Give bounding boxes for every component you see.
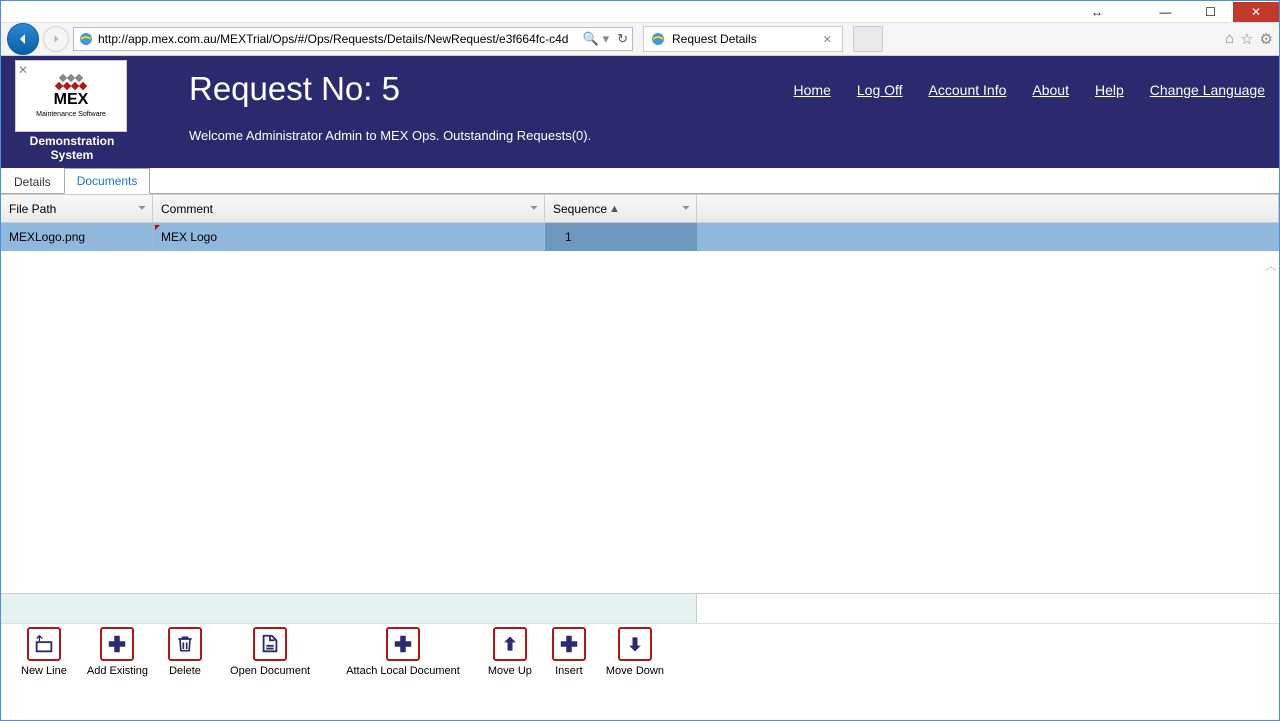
resize-icon: ↔	[1091, 5, 1103, 19]
logo-subtitle: Maintenance Software	[36, 111, 106, 118]
cell-file[interactable]: MEXLogo.png	[1, 223, 153, 251]
nav-help[interactable]: Help	[1095, 82, 1124, 98]
browser-toolbar: 🔍 ▾ ↻ Request Details ✕ ⌂ ☆ ⚙	[1, 23, 1279, 56]
table-row[interactable]: MEXLogo.png MEX Logo 1	[1, 223, 1279, 251]
col-header-sequence[interactable]: Sequence▲ ⏷	[545, 195, 697, 222]
nav-back-button[interactable]	[7, 23, 39, 55]
new-line-icon	[27, 627, 61, 661]
new-tab-button[interactable]	[853, 26, 883, 52]
filter-icon[interactable]: ⏷	[682, 203, 690, 214]
browser-tools: ⌂ ☆ ⚙	[1225, 30, 1273, 48]
cell-sequence[interactable]: 1	[545, 223, 697, 251]
tools-icon[interactable]: ⚙	[1260, 30, 1273, 48]
insert-label: Insert	[555, 665, 583, 677]
window-titlebar: ↔ — ☐ ✕	[1, 1, 1279, 23]
open-icon	[253, 627, 287, 661]
attach-icon	[386, 627, 420, 661]
arrow-down-icon	[618, 627, 652, 661]
move-up-button[interactable]: Move Up	[488, 627, 532, 677]
logo-name: MEX	[54, 91, 89, 109]
filter-icon[interactable]: ⏷	[530, 203, 538, 214]
arrow-up-icon	[493, 627, 527, 661]
refresh-icon[interactable]: ↻	[617, 31, 628, 47]
plus-icon	[552, 627, 586, 661]
move-up-label: Move Up	[488, 665, 532, 677]
trash-icon	[168, 627, 202, 661]
delete-button[interactable]: Delete	[168, 627, 202, 677]
action-toolbar: New Line Add Existing Delete Open Docume…	[1, 623, 1279, 683]
header-nav: Home Log Off Account Info About Help Cha…	[794, 82, 1265, 98]
tab-documents[interactable]: Documents	[64, 168, 151, 194]
sort-asc-icon: ▲	[609, 203, 620, 215]
nav-forward-button[interactable]	[43, 26, 69, 52]
new-line-button[interactable]: New Line	[21, 627, 67, 677]
cell-comment[interactable]: MEX Logo	[153, 223, 545, 251]
col-header-comment-label: Comment	[161, 202, 213, 216]
move-down-label: Move Down	[606, 665, 664, 677]
system-label: Demonstration System	[15, 134, 129, 162]
scroll-up-icon[interactable]: ︿	[1265, 257, 1277, 274]
filter-icon[interactable]: ⏷	[138, 203, 146, 214]
scrollbar[interactable]: ︿﹀	[1265, 251, 1277, 593]
search-icon[interactable]: 🔍 ▾	[583, 31, 609, 47]
col-header-file[interactable]: File Path ⏷	[1, 195, 153, 222]
nav-about[interactable]: About	[1032, 82, 1069, 98]
open-document-button[interactable]: Open Document	[230, 627, 310, 677]
add-existing-button[interactable]: Add Existing	[87, 627, 148, 677]
url-input[interactable]	[98, 29, 579, 49]
welcome-text: Welcome Administrator Admin to MEX Ops. …	[189, 128, 1265, 143]
panel-close-icon[interactable]: ✕	[18, 63, 28, 77]
open-label: Open Document	[230, 665, 310, 677]
col-header-file-label: File Path	[9, 202, 56, 216]
attach-label: Attach Local Document	[346, 665, 460, 677]
logo[interactable]: ✕ MEX Maintenance Software	[15, 60, 127, 132]
favorites-icon[interactable]: ☆	[1240, 30, 1253, 48]
move-down-button[interactable]: Move Down	[606, 627, 664, 677]
nav-account[interactable]: Account Info	[929, 82, 1007, 98]
ie-icon	[78, 31, 94, 47]
home-icon[interactable]: ⌂	[1225, 30, 1234, 48]
grid-footer	[1, 593, 1279, 623]
address-bar[interactable]: 🔍 ▾ ↻	[73, 27, 633, 51]
tab-close-icon[interactable]: ✕	[823, 33, 832, 46]
grid-header: File Path ⏷ Comment ⏷ Sequence▲ ⏷	[1, 195, 1279, 223]
tab-title: Request Details	[672, 32, 757, 46]
tab-details[interactable]: Details	[1, 168, 64, 194]
nav-language[interactable]: Change Language	[1150, 82, 1265, 98]
col-header-spacer	[697, 195, 1279, 222]
delete-label: Delete	[169, 665, 201, 677]
insert-button[interactable]: Insert	[552, 627, 586, 677]
col-header-comment[interactable]: Comment ⏷	[153, 195, 545, 222]
grid-body[interactable]: MEXLogo.png MEX Logo 1 ︿﹀	[1, 223, 1279, 593]
content-tabs: Details Documents	[1, 168, 1279, 194]
ie-icon	[650, 31, 666, 47]
new-line-label: New Line	[21, 665, 67, 677]
col-header-seq-label: Sequence	[553, 202, 607, 216]
add-existing-label: Add Existing	[87, 665, 148, 677]
plus-icon	[100, 627, 134, 661]
minimize-button[interactable]: —	[1143, 2, 1188, 22]
close-button[interactable]: ✕	[1233, 2, 1279, 22]
attach-document-button[interactable]: Attach Local Document	[346, 627, 460, 677]
nav-logoff[interactable]: Log Off	[857, 82, 903, 98]
app-header: ✕ MEX Maintenance Software Demonstration…	[1, 56, 1279, 168]
maximize-button[interactable]: ☐	[1188, 2, 1233, 22]
browser-tab[interactable]: Request Details ✕	[643, 26, 843, 52]
nav-home[interactable]: Home	[794, 82, 831, 98]
